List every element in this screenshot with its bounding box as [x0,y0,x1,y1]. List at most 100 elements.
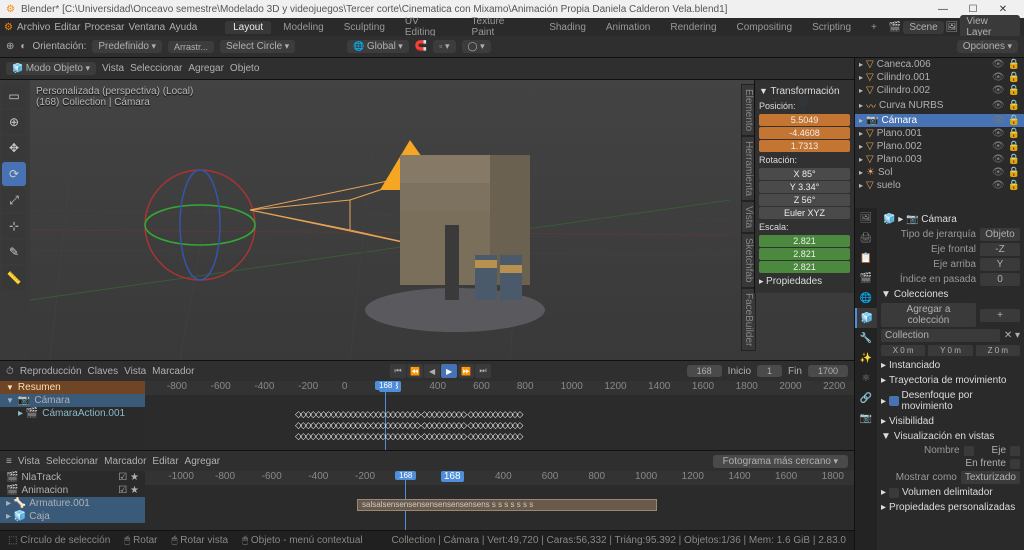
hierarchy-type[interactable]: Objeto [980,228,1020,241]
menu-archivo[interactable]: Archivo [17,22,50,33]
collection-name[interactable]: Collection [881,329,1000,342]
nla-tree[interactable]: 🎬 NlaTrack☑ ★ 🎬 Animacion☑ ★ ▸ 🦴 Armatur… [0,471,145,530]
show-axis[interactable] [1010,446,1020,456]
output-tab[interactable]: 🖨 [855,228,877,248]
rot-mode[interactable]: Euler XYZ [759,207,850,219]
workspace-add[interactable]: + [863,21,885,34]
workspace-shading[interactable]: Shading [541,21,594,34]
outliner[interactable]: ▸▽Caneca.006👁🔒▸▽Cilindro.001👁🔒▸▽Cilindro… [855,58,1024,208]
scale-z[interactable]: 2.821 [759,261,850,273]
menu-ayuda[interactable]: Ayuda [169,22,197,33]
pos-x[interactable]: 5.5049 [759,114,850,126]
options-dropdown[interactable]: Opciones ▾ [957,40,1018,53]
snap-mode[interactable]: Fotograma más cercano ▾ [713,455,848,468]
object-menu[interactable]: Objeto [230,63,259,74]
rotate-tool[interactable]: ⟳ [2,162,26,186]
props-header[interactable]: ▸ Propiedades [759,274,850,289]
preset-dropdown[interactable]: Predefinido ▾ [92,40,162,53]
nla-edit-menu[interactable]: Editar [152,456,178,467]
nla-view-menu[interactable]: Vista [18,456,40,467]
scene-selector[interactable]: Scene [903,21,943,34]
jump-end[interactable]: ⏭ [475,364,491,378]
scale-tool[interactable]: ⤢ [2,188,26,212]
nla-strip[interactable]: salsalsensensensensensensensens s s s s … [357,499,657,511]
nla-select-menu[interactable]: Seleccionar [46,456,98,467]
scale-x[interactable]: 2.821 [759,235,850,247]
current-frame[interactable]: 168 [687,365,722,377]
play[interactable]: ▶ [441,364,457,378]
proportional[interactable]: ◯ ▾ [462,40,491,53]
menu-editar[interactable]: Editar [54,22,80,33]
drag-toggle[interactable]: Arrastr... [168,41,214,53]
outliner-item[interactable]: ▸📷Cámara👁🔒 [855,114,1024,127]
bounds-check[interactable] [889,488,899,498]
snap-dropdown[interactable]: ▫ ▾ [433,40,455,53]
in-front[interactable] [1010,459,1020,469]
transform-tool[interactable]: ⊹ [2,214,26,238]
3d-viewport[interactable]: ▭ ⊕ ✥ ⟳ ⤢ ⊹ ✎ 📏 Personalizada (perspecti… [0,80,854,360]
annotate-tool[interactable]: ✎ [2,240,26,264]
minimize-button[interactable]: — [928,4,958,15]
physics-tab[interactable]: ⚛ [855,368,877,388]
outliner-item[interactable]: ▸▽suelo👁🔒 [855,179,1024,192]
render-tab[interactable]: 🖼 [855,208,877,228]
outliner-item[interactable]: ▸▽Caneca.006👁🔒 [855,58,1024,71]
outliner-item[interactable]: ▸▽Cilindro.002👁🔒 [855,84,1024,97]
outliner-item[interactable]: ▸▽Plano.001👁🔒 [855,127,1024,140]
jump-start[interactable]: ⏮ [390,364,406,378]
view-menu[interactable]: Vista [102,63,124,74]
particles-tab[interactable]: ✨ [855,348,877,368]
transform-header[interactable]: ▼ Transformación [759,84,850,99]
outliner-item[interactable]: ▸☀Sol👁🔒 [855,166,1024,179]
modifier-tab[interactable]: 🔧 [855,328,877,348]
end-frame[interactable]: 1700 [808,365,848,377]
workspace-modeling[interactable]: Modeling [275,21,332,34]
front-axis[interactable]: -Z [980,243,1020,256]
pos-z[interactable]: 1.7313 [759,140,850,152]
view-menu-tl[interactable]: Vista [124,366,146,377]
workspace-sculpting[interactable]: Sculpting [336,21,393,34]
add-menu[interactable]: Agregar [188,63,224,74]
measure-tool[interactable]: 📏 [2,266,26,290]
outliner-item[interactable]: ▸▽Plano.002👁🔒 [855,140,1024,153]
menu-ventana[interactable]: Ventana [128,22,165,33]
rot-x[interactable]: X 85° [759,168,850,180]
close-button[interactable]: ✕ [988,4,1018,15]
snap-icon[interactable]: 🧲 [415,41,427,52]
play-reverse[interactable]: ◀ [424,364,440,378]
mode-selector[interactable]: 🧊 Modo Objeto ▾ [6,62,96,75]
add-to-collection[interactable]: Agregar a colección [881,303,976,327]
rot-y[interactable]: Y 3.34° [759,181,850,193]
outliner-item[interactable]: ▸〰Curva NURBS👁🔒 [855,97,1024,114]
constraint-tab[interactable]: 🔗 [855,388,877,408]
select-box-tool[interactable]: ▭ [2,84,26,108]
select-circle[interactable]: Select Circle ▾ [220,40,295,53]
keying-menu[interactable]: Claves [88,366,119,377]
up-axis[interactable]: Y [980,258,1020,271]
nla-add-menu[interactable]: Agregar [185,456,221,467]
workspace-scripting[interactable]: Scripting [804,21,859,34]
scene-tab[interactable]: 🎬 [855,268,877,288]
show-name[interactable] [964,446,974,456]
n-panel-tabs[interactable]: ElementoHerramientaVistaSketchfabFaceBui… [743,84,754,351]
dopesheet-icon[interactable]: ⏱ [6,366,14,377]
pos-y[interactable]: -4.4608 [759,127,850,139]
viewlayer-tab[interactable]: 📋 [855,248,877,268]
marker-menu[interactable]: Marcador [152,366,194,377]
outliner-item[interactable]: ▸▽Plano.003👁🔒 [855,153,1024,166]
scale-y[interactable]: 2.821 [759,248,850,260]
motion-blur-check[interactable] [889,396,898,406]
nla-tracks[interactable]: -1000-800-600-400-2000168400600800100012… [145,471,854,530]
cursor-tool[interactable]: ⊕ [2,110,26,134]
workspace-layout[interactable]: Layout [225,21,271,34]
workspace-rendering[interactable]: Rendering [662,21,724,34]
property-tabs[interactable]: 🖼 🖨 📋 🎬 🌐 🧊 🔧 ✨ ⚛ 🔗 📷 [855,208,877,550]
select-menu[interactable]: Seleccionar [130,63,182,74]
pass-index[interactable]: 0 [980,273,1020,286]
dopesheet-tree[interactable]: ▼Resumen ▼📷 Cámara ▸ 🎬 CámaraAction.001 [0,381,145,450]
playback-menu[interactable]: Reproducción [20,366,82,377]
display-as[interactable]: Texturizado [961,471,1020,484]
rot-z[interactable]: Z 56° [759,194,850,206]
maximize-button[interactable]: ☐ [958,4,988,15]
data-tab[interactable]: 📷 [855,408,877,428]
